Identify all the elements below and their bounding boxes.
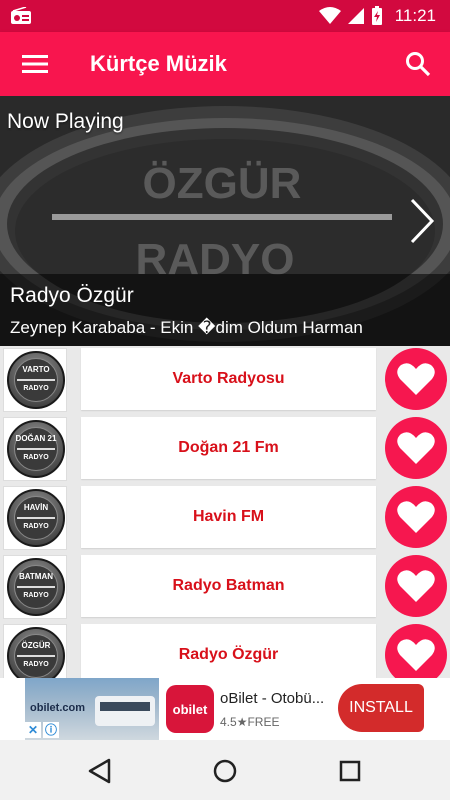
heart-icon — [397, 501, 435, 533]
station-logo-badge: VARTO RADYO — [7, 351, 65, 409]
close-icon[interactable]: ✕ — [25, 722, 41, 738]
wifi-icon — [318, 7, 341, 24]
search-icon[interactable] — [404, 50, 432, 78]
station-logo-badge: ÖZGÜR RADYO — [7, 627, 65, 678]
screen: 11:21 Kürtçe Müzik ÖZGÜR RADYO Now Playi… — [0, 0, 450, 800]
heart-icon — [397, 639, 435, 671]
logo-top-text: BATMAN — [18, 572, 54, 581]
station-name-button[interactable]: Doğan 21 Fm — [81, 417, 376, 479]
station-row[interactable]: BATMAN RADYO Radyo Batman — [0, 553, 450, 619]
logo-top-text: VARTO — [22, 365, 50, 374]
logo-top-text: HAVİN — [23, 503, 49, 512]
home-icon[interactable] — [212, 758, 238, 784]
station-row[interactable]: DOĞAN 21 RADYO Doğan 21 Fm — [0, 415, 450, 481]
heart-icon — [397, 432, 435, 464]
station-name-label: Radyo Özgür — [178, 646, 279, 663]
favorite-button[interactable] — [385, 486, 447, 548]
rating-value: 4.5 — [220, 715, 237, 729]
ad-app-icon[interactable]: obilet — [166, 685, 214, 733]
now-playing-info: Radyo Özgür Zeynep Karababa - Ekin �dim … — [0, 274, 450, 346]
clock: 11:21 — [394, 6, 436, 25]
station-logo-badge: BATMAN RADYO — [7, 558, 65, 616]
logo-bottom-text: RADYO — [23, 385, 49, 392]
price-label: FREE — [247, 715, 280, 729]
logo-bottom-text: RADYO — [23, 454, 49, 461]
menu-icon[interactable] — [22, 54, 48, 74]
heart-icon — [397, 570, 435, 602]
art-text-top: ÖZGÜR — [143, 159, 302, 208]
system-nav-bar — [0, 740, 450, 800]
ad-banner[interactable]: obilet.com ✕ ⓘ obilet oBilet - Otobü... … — [0, 678, 450, 740]
star-icon: ★ — [236, 715, 248, 729]
info-icon[interactable]: ⓘ — [43, 722, 59, 738]
logo-top-text: DOĞAN 21 — [15, 434, 57, 443]
signal-icon — [347, 8, 364, 24]
station-name-label: Varto Radyosu — [172, 370, 285, 387]
favorite-button[interactable] — [385, 624, 447, 678]
bus-illustration — [95, 696, 155, 726]
station-logo[interactable]: BATMAN RADYO — [3, 555, 67, 619]
favorite-button[interactable] — [385, 417, 447, 479]
ad-choices[interactable]: ✕ ⓘ — [25, 722, 59, 738]
logo-bottom-text: RADYO — [23, 592, 49, 599]
station-name-button[interactable]: Radyo Özgür — [81, 624, 376, 678]
app-bar: Kürtçe Müzik — [0, 32, 450, 96]
station-row[interactable]: VARTO RADYO Varto Radyosu — [0, 346, 450, 412]
heart-icon — [397, 363, 435, 395]
logo-top-text: ÖZGÜR — [21, 641, 51, 650]
station-logo-badge: HAVİN RADYO — [7, 489, 65, 547]
ad-image-brand: obilet.com — [30, 702, 86, 714]
now-playing-panel[interactable]: ÖZGÜR RADYO Now Playing Radyo Özgür Zeyn… — [0, 96, 450, 346]
logo-bottom-text: RADYO — [23, 523, 49, 530]
station-name-button[interactable]: Varto Radyosu — [81, 348, 376, 410]
app-title: Kürtçe Müzik — [90, 51, 227, 76]
ad-rating: 4.5★FREE — [220, 715, 279, 729]
status-bar: 11:21 — [0, 0, 450, 32]
current-station-name: Radyo Özgür — [10, 284, 134, 307]
install-button[interactable]: INSTALL — [338, 684, 424, 732]
ad-title[interactable]: oBilet - Otobü... — [220, 690, 324, 707]
logo-bottom-text: RADYO — [23, 661, 49, 668]
battery-icon — [371, 6, 382, 25]
status-icons: 11:21 — [318, 0, 436, 32]
station-logo[interactable]: VARTO RADYO — [3, 348, 67, 412]
back-icon[interactable] — [87, 758, 113, 784]
station-logo[interactable]: HAVİN RADYO — [3, 486, 67, 550]
station-name-button[interactable]: Havin FM — [81, 486, 376, 548]
favorite-button[interactable] — [385, 348, 447, 410]
station-name-label: Havin FM — [192, 508, 265, 525]
station-row[interactable]: ÖZGÜR RADYO Radyo Özgür — [0, 622, 450, 678]
now-playing-heading: Now Playing — [7, 110, 124, 133]
radio-icon — [11, 7, 31, 24]
station-logo-badge: DOĞAN 21 RADYO — [7, 420, 65, 478]
station-name-button[interactable]: Radyo Batman — [81, 555, 376, 617]
current-track-name: Zeynep Karababa - Ekin �dim Oldum Harman — [10, 318, 363, 337]
station-logo[interactable]: ÖZGÜR RADYO — [3, 624, 67, 678]
chevron-right-icon[interactable] — [406, 196, 436, 246]
favorite-button[interactable] — [385, 555, 447, 617]
station-name-label: Radyo Batman — [172, 577, 285, 594]
station-logo[interactable]: DOĞAN 21 RADYO — [3, 417, 67, 481]
station-list[interactable]: VARTO RADYO Varto Radyosu DOĞAN 21 RADYO… — [0, 346, 450, 678]
recents-icon[interactable] — [337, 758, 363, 784]
station-name-label: Doğan 21 Fm — [178, 439, 279, 456]
station-row[interactable]: HAVİN RADYO Havin FM — [0, 484, 450, 550]
